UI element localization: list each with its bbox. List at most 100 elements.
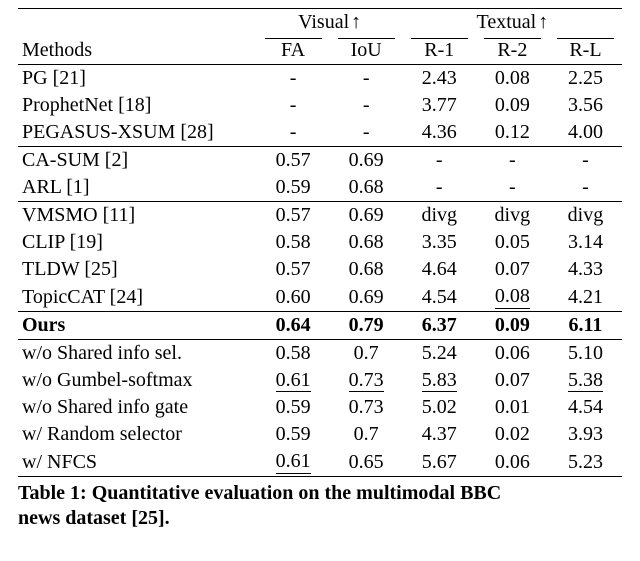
cell-rl: - [549, 174, 622, 202]
cell-rl: divg [549, 202, 622, 230]
cell-fa: - [257, 119, 330, 147]
table-row: w/o Gumbel-softmax0.610.735.830.075.38 [18, 367, 622, 395]
table-row: Ours0.640.796.370.096.11 [18, 311, 622, 339]
table-caption: Table 1: Quantitative evaluation on the … [18, 477, 622, 531]
cell-r1: 5.67 [403, 448, 476, 476]
cell-r1: 4.64 [403, 256, 476, 283]
cell-iou: - [330, 65, 403, 93]
cell-iou: 0.73 [330, 367, 403, 395]
cell-fa: 0.57 [257, 202, 330, 230]
cell-iou: 0.79 [330, 311, 403, 339]
col-group-visual: Visual↑ [257, 9, 403, 37]
table-row: ARL [1]0.590.68--- [18, 174, 622, 202]
cell-r1: 2.43 [403, 65, 476, 93]
cell-r2: divg [476, 202, 549, 230]
col-header-iou: IoU [330, 36, 403, 65]
col-header-rl: R-L [549, 36, 622, 65]
cell-method: ProphetNet [18] [18, 92, 257, 119]
cell-fa: 0.58 [257, 339, 330, 367]
cell-method: VMSMO [11] [18, 202, 257, 230]
cell-method: CLIP [19] [18, 229, 257, 256]
cell-r2: 0.06 [476, 339, 549, 367]
cell-rl: 3.93 [549, 421, 622, 448]
cell-r2: 0.08 [476, 65, 549, 93]
table-body: PG [21]--2.430.082.25ProphetNet [18]--3.… [18, 65, 622, 477]
cell-r2: 0.05 [476, 229, 549, 256]
caption-line-2: news dataset [25]. [18, 507, 170, 529]
cell-iou: 0.65 [330, 448, 403, 476]
cell-method: w/o Shared info gate [18, 394, 257, 421]
table-row: ProphetNet [18]--3.770.093.56 [18, 92, 622, 119]
cell-fa: - [257, 65, 330, 93]
cell-iou: 0.7 [330, 421, 403, 448]
cell-r1: 5.83 [403, 367, 476, 395]
cell-fa: 0.57 [257, 147, 330, 175]
cell-r1: 5.02 [403, 394, 476, 421]
cell-rl: 3.14 [549, 229, 622, 256]
table-row: PG [21]--2.430.082.25 [18, 65, 622, 93]
cell-iou: 0.69 [330, 147, 403, 175]
col-header-r2: R-2 [476, 36, 549, 65]
table-row: CA-SUM [2]0.570.69--- [18, 147, 622, 175]
cell-r2: - [476, 174, 549, 202]
table-row: TLDW [25]0.570.684.640.074.33 [18, 256, 622, 283]
cell-method: w/o Gumbel-softmax [18, 367, 257, 395]
cell-method: TLDW [25] [18, 256, 257, 283]
table-row: w/ Random selector0.590.74.370.023.93 [18, 421, 622, 448]
cell-method: ARL [1] [18, 174, 257, 202]
cell-r1: 3.77 [403, 92, 476, 119]
textual-label: Textual [477, 11, 537, 33]
cell-fa: 0.61 [257, 448, 330, 476]
table-row: TopicCAT [24]0.600.694.540.084.21 [18, 283, 622, 311]
up-arrow-icon: ↑ [349, 11, 361, 33]
cell-r1: 3.35 [403, 229, 476, 256]
cell-r2: 0.09 [476, 92, 549, 119]
cell-fa: 0.59 [257, 394, 330, 421]
cell-rl: 4.21 [549, 283, 622, 311]
visual-label: Visual [298, 11, 349, 33]
cell-r1: - [403, 174, 476, 202]
table-row: CLIP [19]0.580.683.350.053.14 [18, 229, 622, 256]
cell-method: TopicCAT [24] [18, 283, 257, 311]
cell-rl: 6.11 [549, 311, 622, 339]
cell-method: w/o Shared info sel. [18, 339, 257, 367]
col-header-methods: Methods [18, 9, 257, 65]
col-header-fa: FA [257, 36, 330, 65]
cell-r2: 0.06 [476, 448, 549, 476]
cell-r2: 0.08 [476, 283, 549, 311]
cell-r1: 4.36 [403, 119, 476, 147]
cell-iou: - [330, 119, 403, 147]
cell-iou: - [330, 92, 403, 119]
cell-rl: 2.25 [549, 65, 622, 93]
table-row: w/o Shared info sel.0.580.75.240.065.10 [18, 339, 622, 367]
cell-r1: 6.37 [403, 311, 476, 339]
cell-rl: 5.23 [549, 448, 622, 476]
cell-method: w/ Random selector [18, 421, 257, 448]
cell-fa: 0.59 [257, 174, 330, 202]
cell-r1: - [403, 147, 476, 175]
cell-method: Ours [18, 311, 257, 339]
cell-fa: 0.61 [257, 367, 330, 395]
cell-fa: 0.57 [257, 256, 330, 283]
cell-fa: 0.60 [257, 283, 330, 311]
col-header-r1: R-1 [403, 36, 476, 65]
cell-r2: 0.01 [476, 394, 549, 421]
cell-rl: 3.56 [549, 92, 622, 119]
cell-iou: 0.69 [330, 283, 403, 311]
cell-fa: - [257, 92, 330, 119]
cell-rl: 4.54 [549, 394, 622, 421]
cell-r2: 0.07 [476, 256, 549, 283]
cell-fa: 0.58 [257, 229, 330, 256]
cell-rl: - [549, 147, 622, 175]
cell-fa: 0.59 [257, 421, 330, 448]
cell-iou: 0.68 [330, 174, 403, 202]
cell-iou: 0.68 [330, 256, 403, 283]
cell-r1: 5.24 [403, 339, 476, 367]
cell-fa: 0.64 [257, 311, 330, 339]
table-row: PEGASUS-XSUM [28]--4.360.124.00 [18, 119, 622, 147]
cell-method: PG [21] [18, 65, 257, 93]
cell-r1: 4.54 [403, 283, 476, 311]
table-row: w/o Shared info gate0.590.735.020.014.54 [18, 394, 622, 421]
cell-r2: - [476, 147, 549, 175]
cell-rl: 5.38 [549, 367, 622, 395]
